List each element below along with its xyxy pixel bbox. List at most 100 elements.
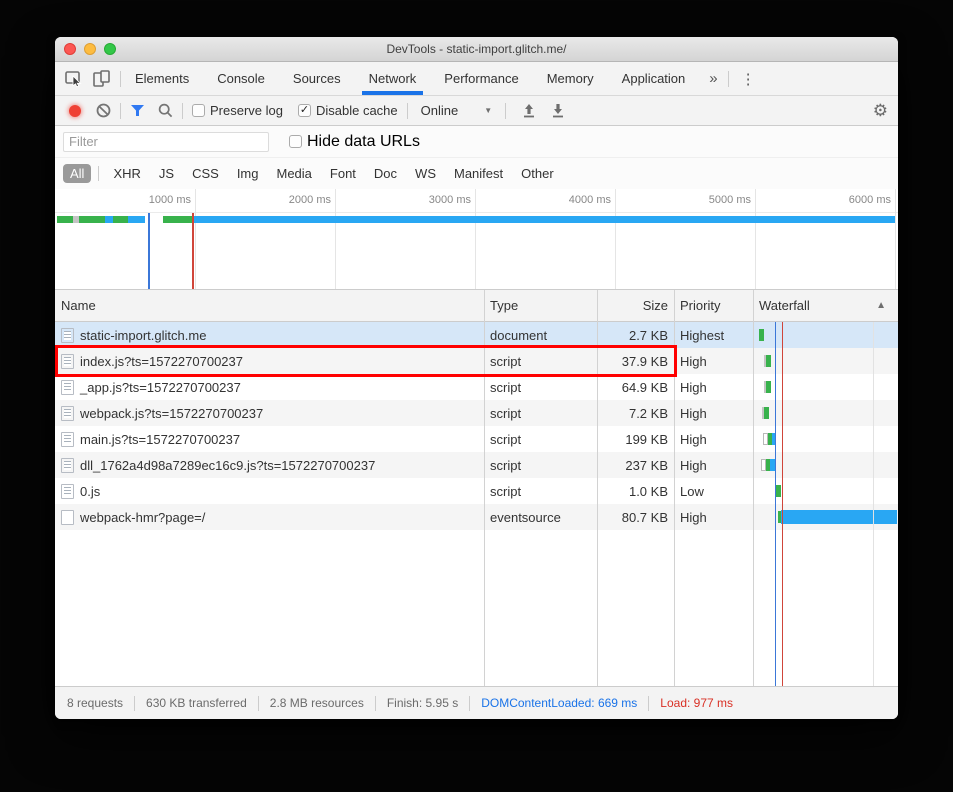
column-header-name[interactable]: Name — [55, 298, 484, 313]
column-divider[interactable] — [674, 290, 675, 686]
overview-bar-segment — [128, 216, 145, 223]
devtools-window: DevTools - static-import.glitch.me/ Elem… — [55, 37, 898, 719]
script-file-icon — [61, 405, 74, 421]
inspect-element-icon[interactable] — [65, 70, 83, 87]
table-row[interactable]: webpack-hmr?page=/ eventsource 80.7 KB High — [55, 504, 898, 530]
devtools-menu-button[interactable]: ⋮ — [741, 62, 756, 95]
name-cell[interactable]: webpack-hmr?page=/ — [55, 509, 484, 525]
request-name: main.js?ts=1572270700237 — [80, 431, 241, 447]
tab-memory[interactable]: Memory — [544, 62, 597, 95]
disable-cache-label: Disable cache — [315, 103, 398, 118]
priority-cell: High — [680, 457, 707, 473]
name-cell[interactable]: 0.js — [55, 483, 484, 499]
request-name: webpack.js?ts=1572270700237 — [80, 405, 264, 421]
search-icon[interactable] — [158, 103, 173, 118]
column-header-size[interactable]: Size — [597, 298, 674, 313]
tab-sources[interactable]: Sources — [290, 62, 344, 95]
priority-cell: High — [680, 431, 707, 447]
name-cell[interactable]: webpack.js?ts=1572270700237 — [55, 405, 484, 421]
preserve-log-checkbox[interactable]: Preserve log — [192, 103, 283, 118]
column-header-type[interactable]: Type — [484, 298, 597, 313]
priority-cell: High — [680, 509, 707, 525]
column-divider[interactable] — [484, 290, 485, 686]
column-divider[interactable] — [597, 290, 598, 686]
size-cell: 2.7 KB — [628, 327, 668, 343]
filter-input[interactable] — [63, 131, 269, 152]
record-network-log-button[interactable] — [69, 104, 81, 117]
column-header-priority[interactable]: Priority — [674, 298, 753, 313]
name-cell[interactable]: index.js?ts=1572270700237 — [55, 353, 484, 369]
timeline-ruler: 1000 ms 2000 ms 3000 ms 4000 ms 5000 ms 6000 … — [55, 189, 898, 213]
name-cell[interactable]: _app.js?ts=1572270700237 — [55, 379, 484, 395]
column-header-waterfall[interactable]: Waterfall ▲ — [753, 290, 898, 321]
window-title: DevTools - static-import.glitch.me/ — [386, 42, 567, 56]
request-count: 8 requests — [67, 696, 124, 710]
table-row[interactable]: main.js?ts=1572270700237 script 199 KB High — [55, 426, 898, 452]
size-cell: 237 KB — [625, 457, 668, 473]
type-filter-all[interactable]: All — [63, 164, 92, 183]
table-row[interactable]: index.js?ts=1572270700237 script 37.9 KB Hi… — [55, 348, 898, 374]
type-filter-css[interactable]: CSS — [185, 164, 226, 183]
tab-performance[interactable]: Performance — [441, 62, 521, 95]
size-cell: 37.9 KB — [621, 353, 668, 369]
generic-file-icon — [61, 509, 74, 525]
table-row[interactable]: 0.js script 1.0 KB Low — [55, 478, 898, 504]
tab-elements[interactable]: Elements — [132, 62, 192, 95]
window-titlebar: DevTools - static-import.glitch.me/ — [55, 37, 898, 62]
tab-network[interactable]: Network — [361, 62, 423, 95]
network-overview[interactable]: 1000 ms 2000 ms 3000 ms 4000 ms 5000 ms 6000 … — [55, 189, 898, 290]
script-file-icon — [61, 353, 74, 369]
type-filter-doc[interactable]: Doc — [367, 164, 404, 183]
more-tabs-button[interactable]: » — [709, 62, 717, 95]
filter-row: Hide data URLs — [55, 126, 898, 158]
toolbar-divider-1 — [120, 102, 121, 119]
overview-bar-segment — [105, 216, 113, 223]
overview-bar-segment — [57, 216, 73, 223]
type-filter-js[interactable]: JS — [152, 164, 181, 183]
table-row[interactable]: webpack.js?ts=1572270700237 script 7.2 KB H… — [55, 400, 898, 426]
export-har-icon[interactable] — [550, 103, 566, 118]
type-cell: script — [490, 483, 522, 499]
type-cell: script — [490, 405, 522, 421]
resource-type-filter-row: All XHR JS CSS Img Media Font Doc WS Manifest Othe… — [55, 158, 898, 189]
tab-application[interactable]: Application — [619, 62, 689, 95]
table-row[interactable]: static-import.glitch.me document 2.7 KB Hig… — [55, 322, 898, 348]
type-filter-manifest[interactable]: Manifest — [447, 164, 510, 183]
sort-ascending-icon[interactable]: ▲ — [876, 290, 886, 322]
table-row[interactable]: _app.js?ts=1572270700237 script 64.9 KB Hig… — [55, 374, 898, 400]
requests-table: Name Type Size Priority Waterfall ▲ stat… — [55, 290, 898, 686]
type-filter-other[interactable]: Other — [514, 164, 561, 183]
type-cell: script — [490, 353, 522, 369]
name-cell[interactable]: main.js?ts=1572270700237 — [55, 431, 484, 447]
name-cell[interactable]: static-import.glitch.me — [55, 327, 484, 343]
type-filter-media[interactable]: Media — [269, 164, 318, 183]
request-name: _app.js?ts=1572270700237 — [80, 379, 241, 395]
network-settings-gear-icon[interactable]: ⚙ — [873, 102, 888, 119]
type-filter-ws[interactable]: WS — [408, 164, 443, 183]
type-filter-img[interactable]: Img — [230, 164, 266, 183]
throttling-dropdown[interactable]: Online ▼ — [417, 103, 497, 118]
waterfall-load-line — [782, 322, 783, 686]
priority-cell: Highest — [680, 327, 725, 343]
table-body: static-import.glitch.me document 2.7 KB Hig… — [55, 322, 898, 530]
column-divider[interactable] — [753, 290, 754, 686]
tab-console[interactable]: Console — [214, 62, 268, 95]
ruler-tick-label: 2000 ms — [288, 194, 331, 206]
clear-network-log-icon[interactable] — [96, 103, 111, 118]
type-filter-font[interactable]: Font — [323, 164, 363, 183]
preserve-log-label: Preserve log — [210, 103, 283, 118]
overview-bar-segment — [163, 216, 193, 223]
hide-data-urls-checkbox[interactable]: Hide data URLs — [289, 133, 420, 151]
script-file-icon — [61, 483, 74, 499]
priority-cell: High — [680, 353, 707, 369]
waterfall-bar-segment — [766, 381, 771, 393]
import-har-icon[interactable] — [521, 103, 537, 118]
name-cell[interactable]: dll_1762a4d98a7289ec16c9.js?ts=157227070… — [55, 457, 484, 473]
filter-funnel-icon[interactable] — [130, 104, 145, 117]
disable-cache-checkbox[interactable]: ✓ Disable cache — [297, 103, 398, 118]
table-row[interactable]: dll_1762a4d98a7289ec16c9.js?ts=157227070… — [55, 452, 898, 478]
size-cell: 199 KB — [625, 431, 668, 447]
type-filter-xhr[interactable]: XHR — [106, 164, 147, 183]
size-cell: 80.7 KB — [621, 509, 668, 525]
device-toolbar-icon[interactable] — [93, 70, 110, 87]
